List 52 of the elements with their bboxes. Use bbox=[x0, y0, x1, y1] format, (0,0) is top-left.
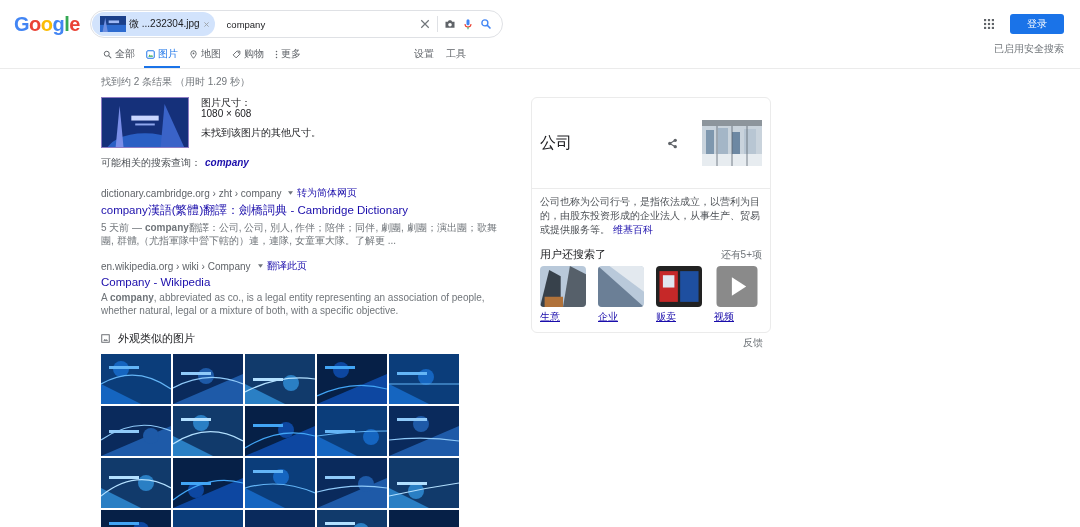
tab[interactable]: 购物 bbox=[230, 47, 266, 68]
result-title-link[interactable]: Company - Wikipedia bbox=[101, 276, 511, 288]
search-icon[interactable] bbox=[480, 18, 492, 30]
microphone-icon[interactable] bbox=[462, 18, 474, 30]
tab[interactable]: 更多 bbox=[273, 47, 303, 68]
source-link[interactable]: 维基百科 bbox=[612, 224, 653, 235]
caret-icon[interactable] bbox=[288, 191, 294, 195]
translate-link[interactable]: 翻译此页 bbox=[266, 259, 307, 273]
related-query-link[interactable]: company bbox=[205, 157, 249, 168]
image-size: 1080 × 608 bbox=[201, 108, 253, 119]
panel-description: 公司也称为公司行号，是指依法成立，以营利为目的，由股东投资形成的企业法人，从事生产、贸易或提供服务等。 维基百科 bbox=[539, 195, 761, 237]
close-icon[interactable] bbox=[419, 18, 431, 30]
result-stats: 找到约 2 条结果 （用时 1.29 秒） bbox=[101, 75, 251, 89]
image-icon bbox=[101, 334, 110, 343]
image-chip[interactable]: 微 ...232304.jpg bbox=[92, 12, 215, 36]
result-url: dictionary.cambridge.org › zht › company bbox=[101, 187, 282, 199]
apps-icon[interactable] bbox=[984, 19, 994, 29]
tab[interactable]: 地图 bbox=[187, 47, 223, 68]
related-search-link[interactable]: 生意 bbox=[540, 310, 586, 324]
related-search-link[interactable]: 贩卖 bbox=[656, 310, 702, 324]
result-snippet: 5 天前 — company翻譯：公司, 公司, 別人, 作伴；陪伴；同伴, 劇團, 劇團；演出團；歌舞團, 群體,（尤指軍隊中營下轄的）連，連隊, 女童軍大隊。了解更 ... bbox=[101, 221, 498, 247]
result-url: en.wikipedia.org › wiki › Company bbox=[101, 260, 251, 272]
camera-icon[interactable] bbox=[444, 18, 456, 30]
search-icon bbox=[103, 49, 112, 59]
result-snippet: A company, abbreviated as co., is a legal entity representing an association of people, whether natural, legal or a mixture of both, with a specific objective. bbox=[101, 291, 486, 317]
share-icon[interactable] bbox=[667, 137, 678, 149]
image-icon bbox=[146, 49, 155, 59]
tab[interactable]: 图片 bbox=[144, 47, 180, 68]
result-title-link[interactable]: company漢語(繁體)翻譯：劍橋詞典 - Cambridge Dictionary bbox=[101, 203, 511, 218]
related-search-link[interactable]: 企业 bbox=[598, 310, 644, 324]
more-link[interactable]: 还有5+项 bbox=[720, 248, 762, 262]
size-note: 未找到该图片的其他尺寸。 bbox=[201, 127, 321, 138]
safe-search-link[interactable]: 已启用安全搜索 bbox=[994, 42, 1064, 64]
google-logo[interactable]: Google bbox=[14, 12, 90, 36]
section-heading: 外观类似的图片 bbox=[118, 331, 195, 346]
section-heading: 用户还搜索了 bbox=[540, 247, 606, 262]
related-search-link[interactable]: 视频 bbox=[714, 310, 760, 324]
video-thumbnail[interactable] bbox=[714, 266, 760, 307]
pin-icon bbox=[189, 49, 198, 59]
file-name: 微 ...232304.jpg bbox=[129, 17, 200, 31]
image-size-label: 图片尺寸： bbox=[201, 97, 252, 108]
panel-title: 公司 bbox=[540, 132, 572, 153]
tab[interactable]: 全部 bbox=[101, 47, 137, 68]
caret-icon[interactable] bbox=[257, 264, 263, 268]
tool-link[interactable]: 工具 bbox=[446, 47, 466, 61]
tool-link[interactable]: 设置 bbox=[414, 47, 434, 61]
tag-icon bbox=[232, 49, 241, 59]
sign-in-button[interactable]: 登录 bbox=[1010, 14, 1064, 34]
related-label: 可能相关的搜索查询： bbox=[101, 156, 201, 170]
feedback-link[interactable]: 反馈 bbox=[743, 336, 763, 350]
search-input[interactable]: company bbox=[220, 18, 413, 30]
translate-link[interactable]: 转为简体网页 bbox=[297, 186, 358, 200]
